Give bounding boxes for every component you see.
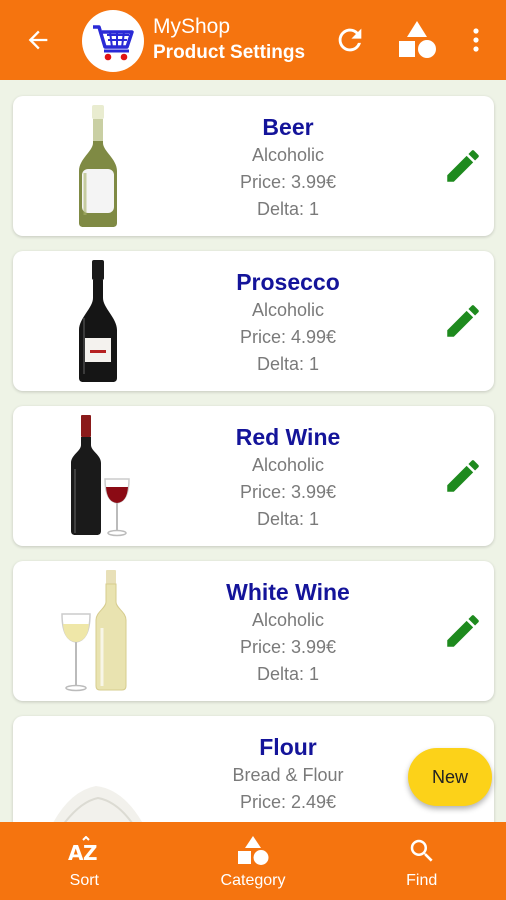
title-block: MyShop Product Settings	[153, 14, 305, 66]
back-arrow-icon[interactable]	[20, 22, 56, 58]
product-price: Price: 2.49€	[239, 792, 337, 812]
product-name: Beer	[262, 114, 314, 140]
product-delta: Delta: 1	[256, 199, 320, 219]
edit-pencil-icon[interactable]	[441, 299, 485, 343]
nav-category[interactable]: Category	[169, 822, 338, 900]
prosecco-bottle-image	[33, 257, 163, 385]
screen-title: Product Settings	[153, 42, 306, 63]
product-delta: Delta: 1	[256, 664, 320, 684]
product-info: White Wine Alcoholic Price: 3.99€ Delta:…	[163, 577, 413, 688]
new-product-button[interactable]: New	[408, 748, 492, 806]
flour-pile-image	[33, 746, 163, 822]
product-info: Flour Bread & Flour Price: 2.49€	[163, 732, 413, 816]
product-info: Red Wine Alcoholic Price: 3.99€ Delta: 1	[163, 422, 413, 533]
edit-pencil-icon[interactable]	[441, 609, 485, 653]
product-delta: Delta: 1	[256, 354, 320, 374]
product-card[interactable]: Prosecco Alcoholic Price: 4.99€ Delta: 1	[13, 251, 494, 391]
edit-pencil-icon[interactable]	[441, 144, 485, 188]
product-name: White Wine	[226, 579, 350, 605]
product-category: Alcoholic	[251, 610, 325, 630]
product-name: Red Wine	[235, 424, 341, 450]
nav-sort[interactable]: A Z Sort	[0, 822, 169, 900]
beer-bottle-image	[33, 102, 163, 230]
top-app-bar: MyShop Product Settings	[0, 0, 506, 80]
product-price: Price: 3.99€	[239, 637, 337, 657]
product-category: Alcoholic	[251, 145, 325, 165]
app-name: MyShop	[153, 15, 231, 38]
product-category: Alcoholic	[251, 455, 325, 475]
white-wine-image	[33, 567, 163, 695]
product-price: Price: 4.99€	[239, 327, 337, 347]
refresh-icon[interactable]	[330, 20, 370, 60]
product-name: Prosecco	[236, 269, 340, 295]
nav-sort-label: Sort	[69, 872, 99, 889]
edit-pencil-icon[interactable]	[441, 454, 485, 498]
nav-find[interactable]: Find	[337, 822, 506, 900]
product-price: Price: 3.99€	[239, 482, 337, 502]
svg-text:Z: Z	[83, 841, 98, 865]
nav-find-label: Find	[406, 872, 438, 889]
product-price: Price: 3.99€	[239, 172, 337, 192]
product-info: Prosecco Alcoholic Price: 4.99€ Delta: 1	[163, 267, 413, 378]
shapes-icon[interactable]	[393, 20, 441, 60]
product-card[interactable]: White Wine Alcoholic Price: 3.99€ Delta:…	[13, 561, 494, 701]
product-info: Beer Alcoholic Price: 3.99€ Delta: 1	[163, 112, 413, 223]
product-delta: Delta: 1	[256, 509, 320, 529]
category-shapes-icon	[236, 834, 270, 868]
nav-category-label: Category	[220, 872, 286, 889]
product-category: Alcoholic	[251, 300, 325, 320]
product-card[interactable]: Red Wine Alcoholic Price: 3.99€ Delta: 1	[13, 406, 494, 546]
product-name: Flour	[259, 734, 317, 760]
product-list[interactable]: Beer Alcoholic Price: 3.99€ Delta: 1 Pro…	[0, 80, 506, 822]
product-card[interactable]: Beer Alcoholic Price: 3.99€ Delta: 1	[13, 96, 494, 236]
more-vert-icon[interactable]	[462, 20, 490, 60]
sort-az-icon: A Z	[67, 834, 101, 868]
product-category: Bread & Flour	[232, 765, 344, 785]
shopping-cart-icon	[82, 10, 144, 72]
red-wine-image	[33, 412, 163, 540]
svg-text:A: A	[68, 841, 84, 865]
bottom-navigation: A Z Sort Category Find	[0, 822, 506, 900]
search-icon	[407, 834, 437, 868]
